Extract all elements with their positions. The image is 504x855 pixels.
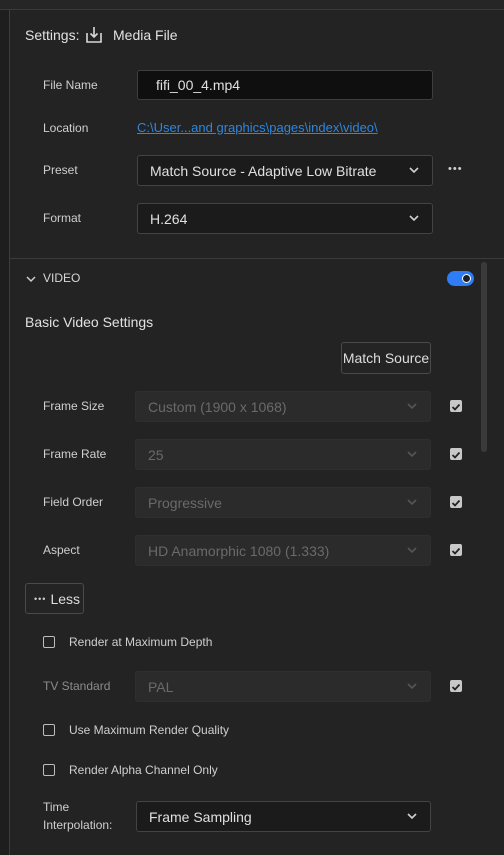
chevron-down-icon [407, 451, 417, 458]
render-max-depth-checkbox[interactable] [43, 636, 55, 648]
preset-select[interactable]: Match Source - Adaptive Low Bitrate [137, 155, 433, 186]
less-label: Less [50, 590, 81, 607]
aspect-label: Aspect [43, 543, 80, 557]
preset-value: Match Source - Adaptive Low Bitrate [150, 162, 377, 179]
location-label: Location [43, 121, 89, 135]
tv-standard-label: TV Standard [43, 679, 111, 693]
frame-size-label: Frame Size [43, 399, 105, 413]
format-select[interactable]: H.264 [137, 203, 433, 234]
file-name-input[interactable]: fifi_00_4.mp4 [137, 70, 433, 100]
export-settings-window: Settings: Media File File Name fifi_00_4… [0, 0, 504, 855]
more-dots-icon: ••• [34, 593, 47, 604]
settings-label: Settings: [25, 27, 80, 43]
aspect-checkbox[interactable] [450, 544, 462, 556]
chevron-down-icon [407, 499, 417, 506]
media-file-label[interactable]: Media File [113, 27, 178, 43]
video-section-title[interactable]: VIDEO [43, 271, 80, 285]
aspect-value: HD Anamorphic 1080 (1.333) [148, 542, 330, 559]
chevron-down-icon [409, 167, 419, 174]
field-order-label: Field Order [43, 495, 104, 509]
preset-more-button[interactable]: ••• [448, 163, 463, 175]
alpha-only-label: Render Alpha Channel Only [69, 763, 218, 777]
chevron-down-icon [407, 683, 417, 690]
scrollbar-thumb[interactable] [481, 262, 487, 452]
toggle-knob [462, 274, 471, 283]
alpha-only-checkbox[interactable] [43, 764, 55, 776]
max-render-quality-label: Use Maximum Render Quality [69, 723, 230, 737]
tv-standard-checkbox[interactable] [450, 680, 462, 692]
field-order-select[interactable]: Progressive [135, 487, 431, 518]
file-name-label: File Name [43, 78, 98, 92]
collapse-chevron-icon[interactable] [25, 271, 37, 283]
chevron-down-icon [407, 547, 417, 554]
field-order-checkbox[interactable] [450, 496, 462, 508]
frame-size-value: Custom (1900 x 1068) [148, 398, 287, 415]
aspect-select[interactable]: HD Anamorphic 1080 (1.333) [135, 535, 431, 566]
frame-rate-value: 25 [148, 446, 164, 463]
export-download-icon[interactable] [85, 26, 103, 44]
tv-standard-value: PAL [148, 678, 174, 695]
field-order-value: Progressive [148, 494, 222, 511]
chevron-down-icon [409, 215, 419, 222]
video-enable-toggle[interactable] [447, 271, 474, 286]
render-max-depth-label: Render at Maximum Depth [69, 635, 213, 649]
frame-rate-checkbox[interactable] [450, 448, 462, 460]
file-name-value: fifi_00_4.mp4 [156, 77, 241, 93]
frame-rate-label: Frame Rate [43, 447, 107, 461]
format-label: Format [43, 211, 82, 225]
basic-video-settings-title: Basic Video Settings [25, 314, 154, 330]
less-button[interactable]: ••• Less [25, 583, 84, 614]
location-link[interactable]: C:\User...and graphics\pages\index\video… [137, 120, 378, 135]
time-interp-value: Frame Sampling [149, 808, 252, 825]
section-divider [9, 258, 504, 259]
match-source-button[interactable]: Match Source [341, 342, 431, 374]
time-interp-select[interactable]: Frame Sampling [136, 801, 431, 832]
chevron-down-icon [407, 813, 417, 820]
frame-rate-select[interactable]: 25 [135, 439, 431, 470]
frame-size-checkbox[interactable] [450, 400, 462, 412]
preset-label: Preset [43, 163, 78, 177]
top-strip [0, 0, 504, 10]
tv-standard-select[interactable]: PAL [135, 671, 431, 702]
time-interp-label-line2: Interpolation: [43, 818, 113, 832]
time-interp-label-line1: Time [43, 800, 70, 814]
chevron-down-icon [407, 403, 417, 410]
format-value: H.264 [150, 210, 188, 227]
frame-size-select[interactable]: Custom (1900 x 1068) [135, 391, 431, 422]
max-render-quality-checkbox[interactable] [43, 724, 55, 736]
